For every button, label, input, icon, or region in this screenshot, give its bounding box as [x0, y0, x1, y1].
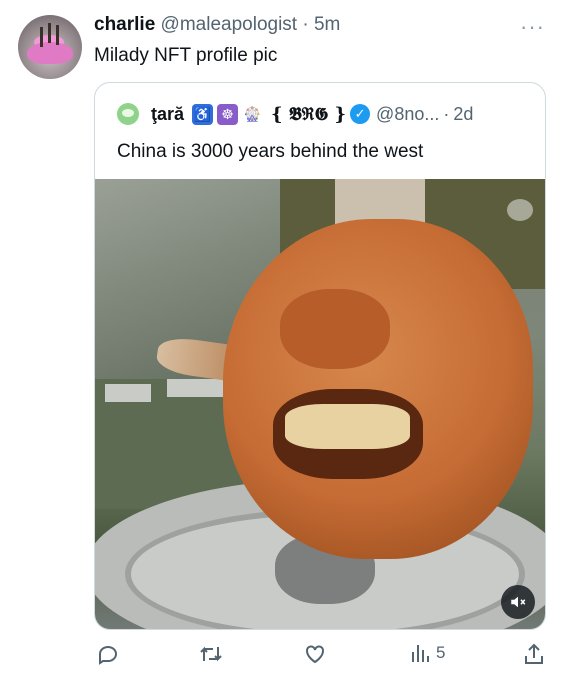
views-button[interactable]: 5 [410, 642, 445, 664]
author-handle[interactable]: @maleapologist [161, 14, 298, 35]
tweet-text: Milady NFT profile pic [94, 45, 278, 66]
dharma-wheel-emoji-icon: ☸ [217, 103, 239, 125]
quote-video[interactable] [95, 179, 545, 629]
quote-author-tag: { 𝕭ℜ𝕲 } [271, 103, 347, 125]
verified-badge-icon: ✓ [350, 104, 371, 124]
views-icon [412, 645, 429, 662]
header-separator: · [302, 14, 309, 35]
like-icon[interactable] [303, 642, 327, 666]
ferris-wheel-emoji-icon: 🎡 [243, 105, 262, 122]
tweet-actions: 5 [96, 642, 548, 672]
quote-time[interactable]: 2d [453, 104, 473, 125]
wheelchair-emoji-icon: ♿ [192, 103, 214, 125]
views-count: 5 [436, 643, 446, 662]
quote-separator: · [443, 103, 450, 124]
quote-author-name[interactable]: ţară [151, 104, 184, 125]
tweet-time[interactable]: 5m [314, 14, 340, 35]
more-options-icon[interactable]: ··· [520, 14, 545, 40]
quote-author-handle[interactable]: @8no... [376, 104, 439, 125]
quote-avatar[interactable] [117, 103, 139, 125]
mute-icon[interactable] [501, 585, 535, 619]
quote-tweet[interactable]: ţară ♿ ☸ 🎡 { 𝕭ℜ𝕲 } ✓ @8no... · 2d China … [94, 82, 546, 630]
reply-icon[interactable] [96, 642, 120, 666]
retweet-icon[interactable] [198, 642, 224, 666]
avatar[interactable] [18, 15, 82, 79]
quote-header: ţară ♿ ☸ 🎡 { 𝕭ℜ𝕲 } ✓ @8no... · 2d [117, 103, 473, 125]
author-name[interactable]: charlie [94, 14, 155, 35]
quote-text: China is 3000 years behind the west [117, 141, 424, 162]
captions-icon[interactable] [507, 199, 533, 221]
share-icon[interactable] [523, 642, 545, 666]
tweet-header: charlie @maleapologist · 5m [94, 14, 340, 36]
